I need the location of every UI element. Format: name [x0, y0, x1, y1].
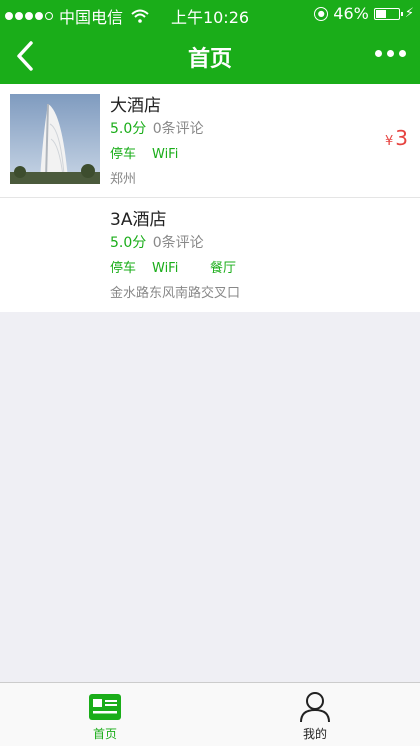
charging-bolt-icon: ⚡ — [404, 6, 414, 21]
hotel-name: 大酒店 — [110, 96, 161, 116]
user-icon — [300, 692, 330, 723]
hotel-name: 3A酒店 — [110, 210, 167, 230]
hotel-item[interactable]: 大酒店 5.0分 0条评论 停车 WiFi 郑州 ¥3 — [0, 84, 420, 198]
tag-wifi: WiFi — [152, 147, 179, 162]
hotel-score: 5.0分 — [110, 235, 147, 251]
review-count: 0条评论 — [152, 235, 204, 251]
tag-wifi: WiFi — [152, 261, 179, 276]
review-count: 0条评论 — [152, 121, 204, 137]
hotel-address: 金水路东风南路交叉口 — [110, 286, 241, 301]
hotel-list: 大酒店 5.0分 0条评论 停车 WiFi 郑州 ¥3 3A酒店 5.0分 0条… — [0, 84, 420, 312]
tab-mine-label: 我的 — [302, 727, 327, 741]
home-card-icon — [89, 694, 121, 720]
hotel-item[interactable]: 3A酒店 5.0分 0条评论 停车 WiFi 餐厅 金水路东风南路交叉口 — [0, 198, 420, 312]
nav-bar: 首页 — [0, 28, 420, 84]
tag-parking: 停车 — [110, 147, 137, 162]
amenity-tags: 停车 WiFi — [110, 144, 210, 166]
page-title: 首页 — [187, 47, 232, 72]
hotel-score: 5.0分 — [110, 121, 147, 137]
tag-restaurant: 餐厅 — [210, 261, 237, 276]
status-bar: 中国电信 上午10:26 ● 46% ⚡ — [0, 0, 420, 28]
hotel-address: 郑州 — [110, 172, 137, 187]
rating-line: 5.0分 0条评论 — [110, 118, 210, 140]
rating-line: 5.0分 0条评论 — [110, 232, 252, 254]
rotation-lock-icon: ● — [314, 6, 329, 21]
more-options-icon[interactable] — [375, 50, 406, 57]
hotel-info: 3A酒店 5.0分 0条评论 停车 WiFi 餐厅 金水路东风南路交叉口 — [110, 208, 252, 306]
currency-symbol: ¥ — [384, 134, 394, 149]
battery-fill — [375, 9, 386, 18]
hotel-info: 大酒店 5.0分 0条评论 停车 WiFi 郑州 — [110, 94, 210, 192]
tab-home[interactable]: 首页 — [0, 683, 210, 746]
hotel-thumbnail — [10, 94, 100, 184]
battery-icon — [373, 7, 403, 20]
status-right: ● 46% ⚡ — [314, 4, 414, 23]
tab-mine[interactable]: 我的 — [210, 683, 420, 746]
battery-percent: 46% — [333, 4, 369, 23]
hotel-price: ¥3 — [385, 126, 408, 150]
amenity-tags: 停车 WiFi 餐厅 — [110, 258, 252, 280]
tag-parking: 停车 — [110, 261, 137, 276]
tab-home-label: 首页 — [92, 727, 117, 741]
tab-bar: 首页 我的 — [0, 682, 420, 746]
price-value: 3 — [395, 126, 408, 150]
